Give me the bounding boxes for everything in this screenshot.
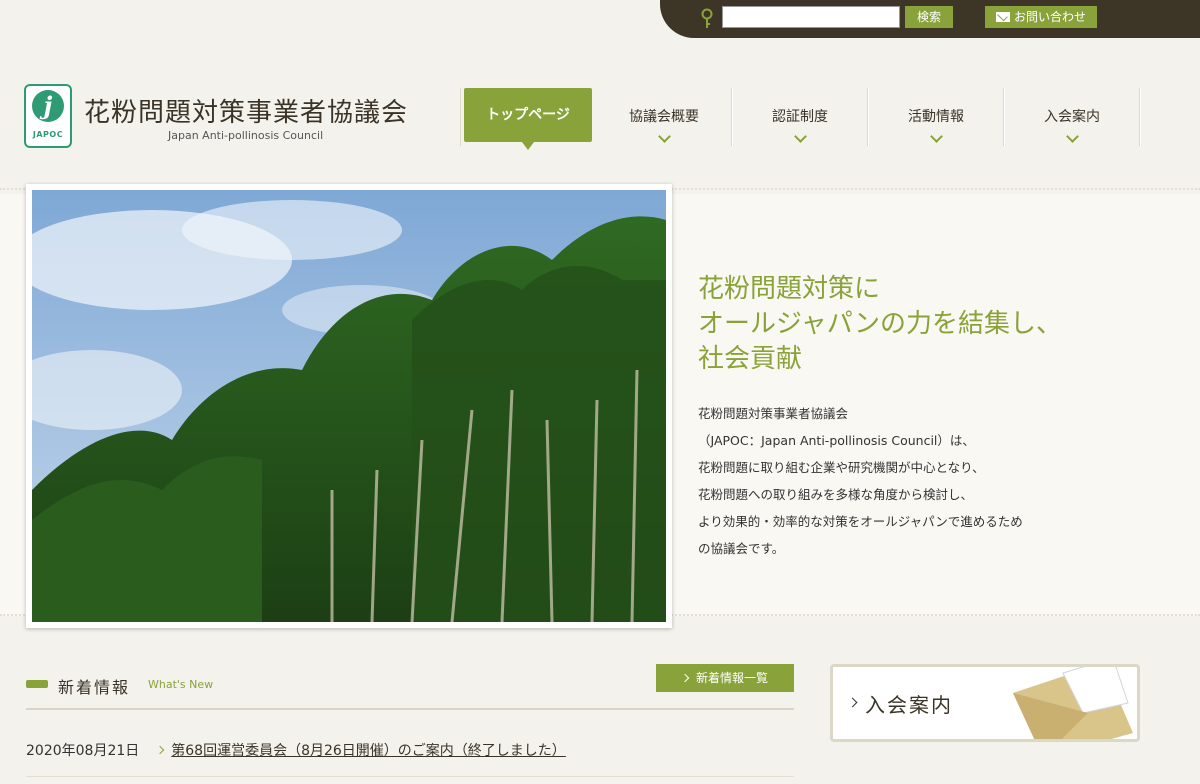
nav-item-about[interactable]: 協議会概要 [596,88,732,146]
divider [26,776,794,777]
news-date: 2020年08月21日 [26,743,140,759]
chevron-down-icon [1065,130,1079,143]
intro-line: 花粉問題に取り組む企業や研究機関が中心となり、 [698,460,985,475]
intro-line: 花粉問題対策事業者協議会 [698,406,849,421]
chevron-down-icon [657,130,671,143]
nav-item-label: 認証制度 [772,109,828,125]
site-title[interactable]: 花粉問題対策事業者協議会 [84,92,408,129]
chevron-right-icon [847,697,858,708]
key-icon [701,8,713,28]
nav-item-label: 協議会概要 [629,109,699,125]
mail-icon [995,12,1010,22]
intro-line: の協議会です。 [698,541,785,556]
section-marker [26,680,48,688]
logo-mark-icon: j [32,90,64,122]
hero-catchphrase: 花粉問題対策に オールジャパンの力を結集し、 社会貢献 [698,272,1062,377]
chevron-down-icon [793,130,807,143]
contact-button-label: お問い合わせ [1013,10,1086,24]
nav-item-activities[interactable]: 活動情報 [868,88,1004,146]
chevron-right-icon [680,673,690,682]
news-list-button[interactable]: 新着情報一覧 [656,664,794,692]
news-heading: 新着情報 [58,678,131,697]
nav-item-label: 活動情報 [908,109,964,125]
intro-line: より効果的・効率的な対策をオールジャパンで進めるため [698,514,1023,529]
news-item: 2020年08月21日 第68回運営委員会（8月26日開催）のご案内（終了しました… [26,740,566,760]
divider [26,708,794,710]
main-nav: トップページ 協議会概要 認証制度 活動情報 入会案内 [460,88,1140,150]
intro-line: 花粉問題への取り組みを多様な角度から検討し、 [698,487,974,502]
utility-bar: 検索 お問い合わせ [660,0,1200,38]
news-subheading: What's New [148,678,214,691]
nav-item-label: 入会案内 [1044,109,1100,125]
nav-item-membership[interactable]: 入会案内 [1004,88,1140,146]
logo-text: JAPOC [32,130,64,139]
search-button[interactable]: 検索 [905,6,953,28]
news-list-button-label: 新着情報一覧 [695,671,768,685]
search-input[interactable] [722,6,900,28]
logo[interactable]: j JAPOC [24,84,72,148]
hero-image [26,184,672,628]
chevron-right-icon [156,745,165,755]
catch-line: オールジャパンの力を結集し、 [698,309,1063,339]
nav-item-certification[interactable]: 認証制度 [732,88,868,146]
envelope-icon [1013,667,1133,739]
forest-photo [32,190,666,622]
membership-banner-label: 入会案内 [865,693,953,717]
contact-button[interactable]: お問い合わせ [985,6,1097,28]
nav-item-label: トップページ [486,107,570,123]
site-title-en: Japan Anti-pollinosis Council [168,129,324,142]
chevron-down-icon [929,130,943,143]
catch-line: 社会貢献 [698,344,803,374]
hero-intro: 花粉問題対策事業者協議会 （JAPOC：Japan Anti-pollinosi… [698,400,1023,562]
nav-item-top[interactable]: トップページ [464,88,592,150]
news-link[interactable]: 第68回運営委員会（8月26日開催）のご案内（終了しました） [171,743,566,759]
catch-line: 花粉問題対策に [698,274,881,304]
intro-line: （JAPOC：Japan Anti-pollinosis Council）は、 [698,433,975,448]
membership-banner[interactable]: 入会案内 [830,664,1140,742]
